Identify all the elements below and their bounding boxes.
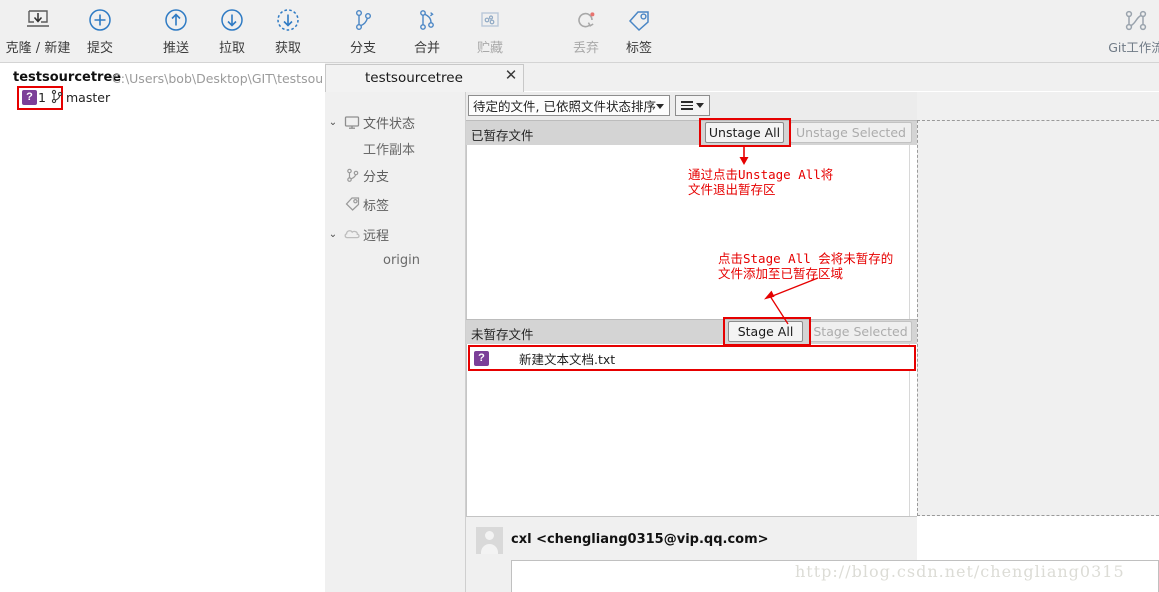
branch-icon	[341, 167, 363, 183]
diff-preview-panel	[917, 120, 1159, 516]
sidebar-item-label: 工作副本	[363, 142, 416, 158]
close-icon[interactable]: ✕	[504, 68, 518, 83]
chevron-down-icon[interactable]: ⌄	[325, 229, 341, 240]
toolbar-label: 贮藏	[476, 41, 503, 56]
sidebar-item-remotes[interactable]: ⌄ 远程	[325, 220, 466, 248]
toolbar-label: 标签	[625, 41, 652, 56]
sidebar-item-label: 远程	[363, 228, 390, 244]
unstaged-file-highlight-box	[468, 345, 916, 371]
monitor-icon	[341, 115, 363, 130]
git-flow-icon	[1121, 4, 1151, 36]
file-filter-value: 待定的文件, 已依照文件状态排序	[473, 99, 656, 114]
toolbar-label: 推送	[162, 41, 189, 56]
toolbar-label: 拉取	[218, 41, 245, 56]
toolbar-label: 获取	[274, 41, 301, 56]
toolbar-button-pull[interactable]: 拉取	[200, 4, 264, 60]
toolbar-button-branch[interactable]: 分支	[331, 4, 395, 60]
push-up-arrow-icon	[163, 4, 189, 36]
unstaged-files-title: 未暂存文件	[471, 327, 534, 342]
chevron-down-icon[interactable]	[656, 104, 664, 109]
status-badge-count: 1	[38, 90, 46, 105]
toolbar-button-tag[interactable]: 标签	[607, 4, 671, 60]
tag-icon	[625, 4, 653, 36]
fetch-dashed-arrow-icon	[275, 4, 301, 36]
stage-all-highlight-box	[723, 317, 811, 346]
toolbar-label: 合并	[413, 41, 440, 56]
toolbar-button-clone-new[interactable]: 克隆 / 新建	[6, 4, 70, 60]
toolbar-button-push[interactable]: 推送	[144, 4, 208, 60]
view-options-menu-button[interactable]	[675, 95, 710, 116]
unstage-all-highlight-box	[699, 118, 791, 147]
status-badge: ?	[22, 90, 37, 105]
commit-plus-icon	[87, 4, 113, 36]
chevron-down-icon[interactable]: ⌄	[325, 117, 341, 128]
tab-label: testsourcetree	[365, 70, 463, 86]
chevron-down-icon	[696, 103, 704, 108]
branch-icon	[50, 89, 63, 107]
toolbar-button-fetch[interactable]: 获取	[256, 4, 320, 60]
repository-name: testsourcetree	[13, 70, 122, 85]
stage-selected-button[interactable]: Stage Selected	[809, 321, 912, 342]
sidebar-item-label: origin	[383, 252, 421, 268]
commit-author-name: cxl <chengliang0315@vip.qq.com>	[511, 532, 769, 547]
toolbar-label: Git工作流	[1108, 40, 1159, 55]
toolbar-label: 丢弃	[572, 41, 599, 56]
tag-icon	[341, 196, 363, 212]
main-toolbar: 克隆 / 新建 提交 推送 拉取 获取 分支 合并 贮藏 丢弃 标签 Git工作…	[0, 0, 1159, 63]
toolbar-label: 克隆 / 新建	[5, 41, 71, 56]
hamburger-menu-icon	[681, 101, 693, 110]
sidebar-item-branches[interactable]: 分支	[325, 161, 466, 189]
toolbar-button-gitflow[interactable]: Git工作流	[1104, 4, 1159, 60]
right-panel-top-strip	[917, 92, 1159, 120]
staged-files-title: 已暂存文件	[471, 128, 534, 143]
toolbar-label: 提交	[86, 41, 113, 56]
toolbar-label: 分支	[349, 41, 376, 56]
sidebar-item-label: 分支	[363, 169, 390, 185]
left-empty-area	[0, 111, 325, 592]
branch-icon	[350, 4, 376, 36]
toolbar-button-stash[interactable]: 贮藏	[458, 4, 522, 60]
clone-download-icon	[24, 4, 52, 36]
stash-icon	[477, 4, 503, 36]
sidebar-item-label: 标签	[363, 198, 390, 214]
avatar	[476, 527, 503, 554]
toolbar-button-commit[interactable]: 提交	[68, 4, 132, 60]
merge-icon	[414, 4, 440, 36]
sidebar-item-tags[interactable]: 标签	[325, 190, 466, 218]
watermark-text: http://blog.csdn.net/chengliang0315	[795, 562, 1125, 581]
current-branch-name: master	[66, 90, 111, 105]
repository-path: C:\Users\bob\Desktop\GIT\testsourc	[112, 71, 322, 86]
toolbar-button-merge[interactable]: 合并	[395, 4, 459, 60]
annotation-unstage-text: 通过点击Unstage All将 文件退出暂存区	[688, 167, 834, 197]
pull-down-arrow-icon	[219, 4, 245, 36]
sidebar-item-label: 文件状态	[363, 116, 416, 132]
file-filter-dropdown[interactable]: 待定的文件, 已依照文件状态排序	[468, 95, 670, 116]
unstage-selected-button[interactable]: Unstage Selected	[790, 122, 912, 143]
annotation-stage-text: 点击Stage All 会将未暂存的 文件添加至已暂存区域	[718, 251, 894, 281]
repository-sidebar: ⌄ 文件状态 工作副本 分支 标签 ⌄ 远程 origin	[325, 92, 466, 592]
cloud-icon	[341, 227, 363, 241]
discard-refresh-icon	[573, 4, 599, 36]
sidebar-item-file-status[interactable]: ⌄ 文件状态	[325, 108, 466, 136]
